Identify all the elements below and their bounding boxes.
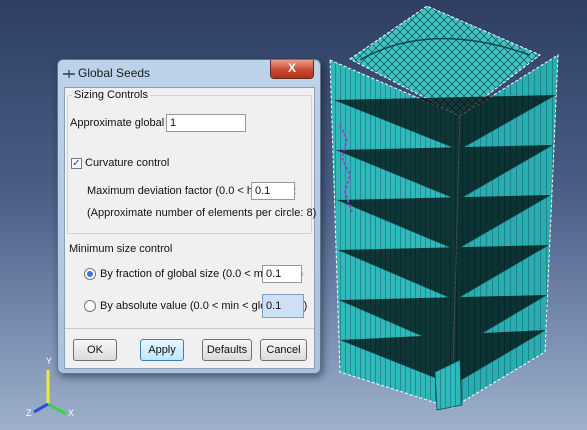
axis-z-label: Z	[26, 408, 32, 418]
by-absolute-input[interactable]: 0.1	[262, 294, 304, 318]
axis-y-label: Y	[46, 356, 53, 366]
dialog-titlebar[interactable]: Global Seeds X	[58, 60, 320, 86]
defaults-button[interactable]: Defaults	[202, 339, 252, 361]
by-fraction-radio[interactable]	[84, 268, 96, 280]
axis-x-label: X	[68, 408, 75, 418]
approx-size-input[interactable]: 1	[166, 114, 246, 132]
cancel-button[interactable]: Cancel	[260, 339, 307, 361]
dialog-title: Global Seeds	[78, 66, 151, 80]
apply-button[interactable]: Apply	[140, 339, 184, 361]
curvature-checkbox[interactable]: ✓	[71, 158, 82, 169]
close-button[interactable]: X	[270, 60, 314, 79]
curvature-label: Curvature control	[85, 157, 170, 169]
ok-button[interactable]: OK	[73, 339, 117, 361]
button-separator	[65, 328, 314, 329]
dialog-body: Sizing Controls Approximate global size:…	[64, 87, 317, 369]
by-absolute-radio[interactable]	[84, 300, 96, 312]
min-size-control-label: Minimum size control	[69, 243, 173, 255]
by-fraction-input[interactable]: 0.1	[262, 265, 302, 283]
max-deviation-input[interactable]: 0.1	[251, 182, 295, 200]
approx-elements-note: (Approximate number of elements per circ…	[87, 207, 317, 219]
seed-icon	[63, 70, 75, 78]
close-icon: X	[287, 61, 296, 75]
global-seeds-dialog[interactable]: Global Seeds X Sizing Controls Approxima…	[57, 59, 321, 374]
sizing-controls-label: Sizing Controls	[72, 89, 150, 101]
